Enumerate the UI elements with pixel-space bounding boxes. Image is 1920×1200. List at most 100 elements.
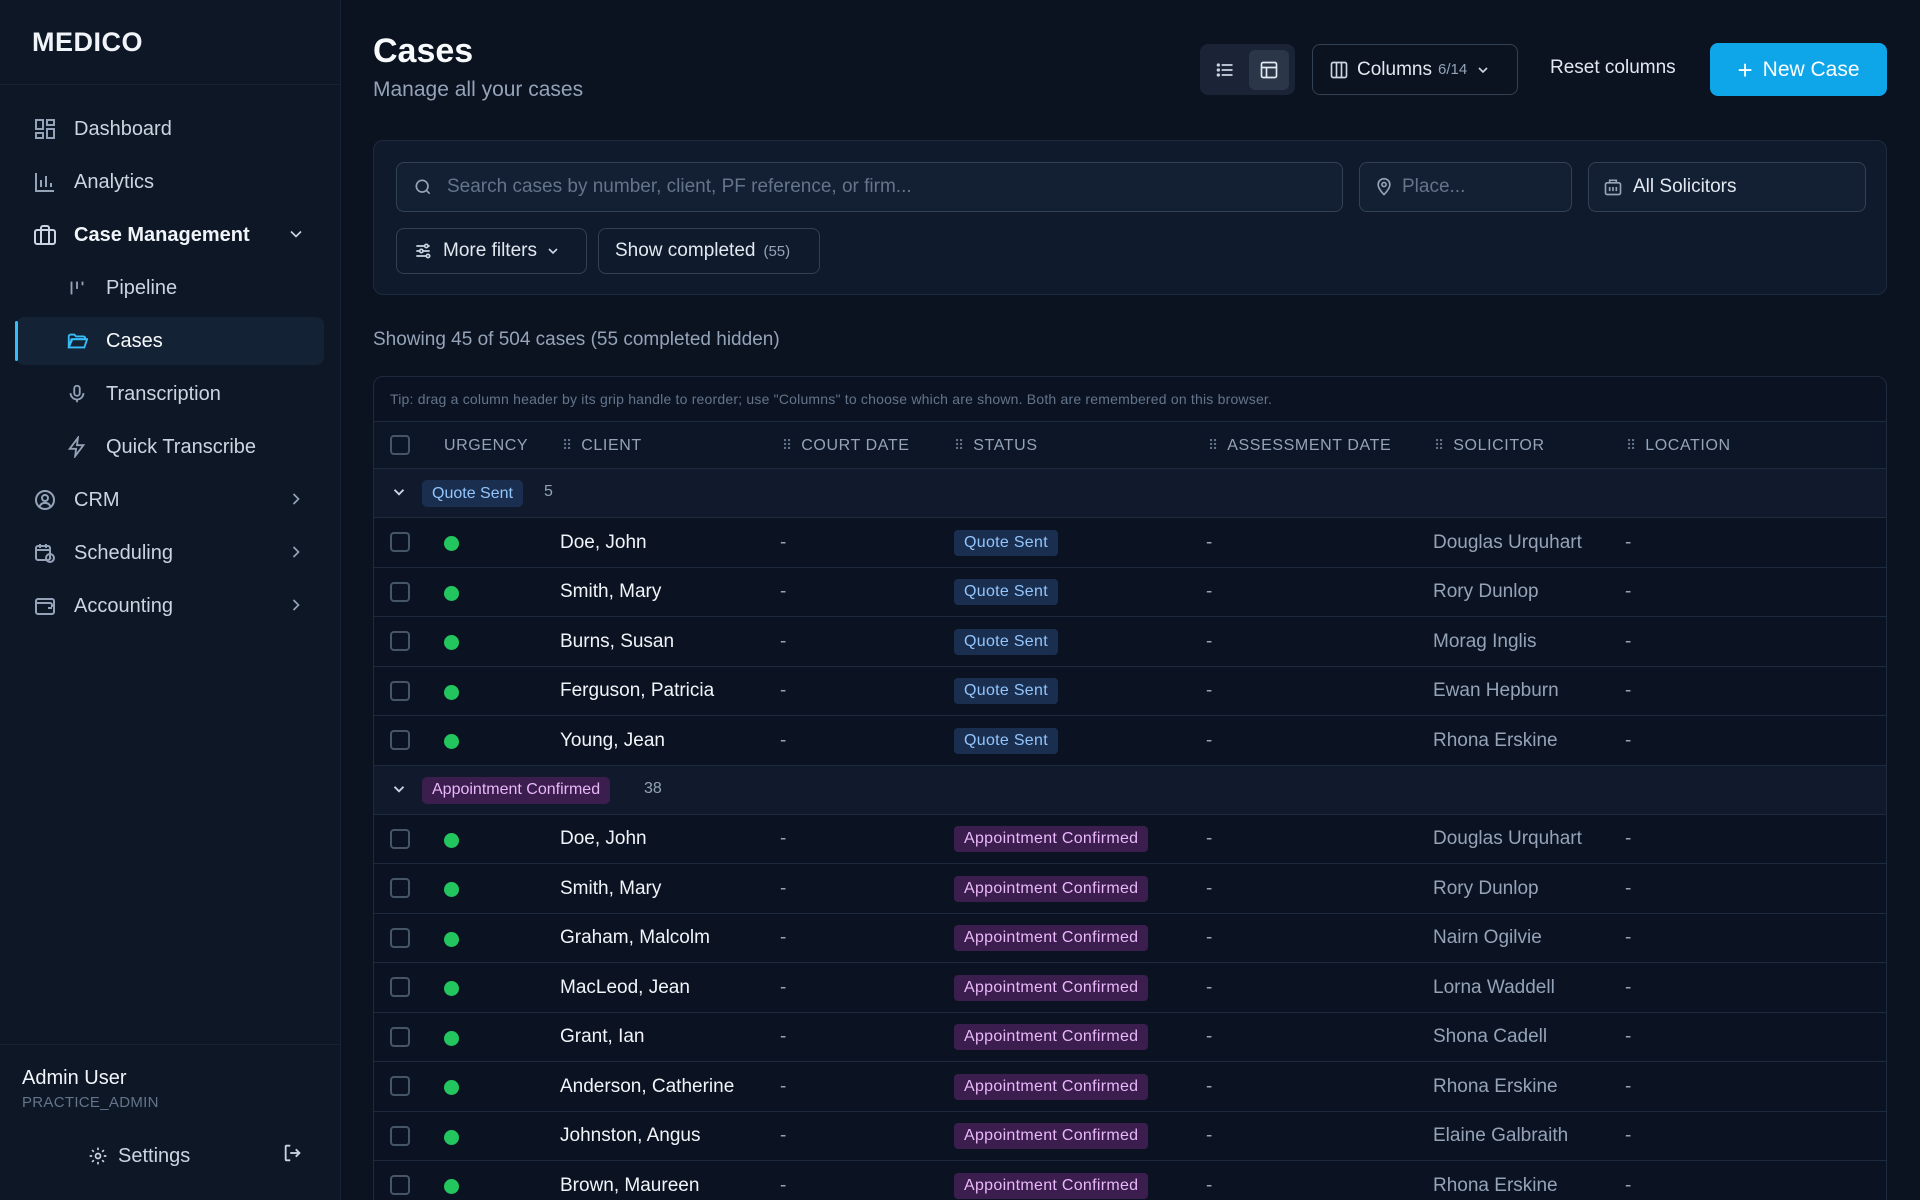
header-assessment-date[interactable]: ⠿ ASSESSMENT DATE	[1208, 422, 1391, 469]
client-cell[interactable]: Smith, Mary	[560, 864, 661, 913]
group-row[interactable]: Quote Sent 5	[374, 469, 1886, 518]
user-circle-icon	[32, 487, 58, 513]
logout-icon	[284, 1144, 301, 1162]
row-checkbox[interactable]	[390, 680, 410, 701]
more-filters-button[interactable]: More filters	[396, 228, 587, 274]
list-view-button[interactable]	[1205, 50, 1245, 90]
show-completed-toggle[interactable]: Show completed (55)	[598, 228, 820, 274]
header-urgency[interactable]: URGENCY	[444, 422, 528, 469]
row-checkbox[interactable]	[390, 1076, 410, 1096]
row-checkbox[interactable]	[390, 1175, 410, 1195]
sidebar-item-dashboard[interactable]: Dashboard	[16, 105, 324, 153]
sidebar-item-label: Pipeline	[106, 276, 178, 299]
client-cell[interactable]: Doe, John	[560, 518, 647, 567]
table-row[interactable]: Smith, Mary - Quote Sent - Rory Dunlop -	[374, 568, 1886, 617]
row-checkbox[interactable]	[390, 730, 410, 750]
table-row[interactable]: Doe, John - Quote Sent - Douglas Urquhart -	[374, 518, 1886, 568]
table-row[interactable]: Smith, Mary - Appointment Confirmed - Rory D…	[374, 864, 1886, 914]
sidebar-footer: Admin User PRACTICE_ADMIN Settings	[0, 1044, 341, 1200]
row-checkbox[interactable]	[390, 828, 410, 849]
solicitor-cell: Rhona Erskine	[1433, 1174, 1558, 1196]
plus-icon: +	[1737, 54, 1753, 85]
table-row[interactable]: MacLeod, Jean - Appointment Confirmed - Lorn…	[374, 963, 1886, 1013]
row-checkbox[interactable]	[390, 878, 410, 898]
row-checkbox[interactable]	[390, 581, 410, 602]
header-status[interactable]: ⠿ STATUS	[954, 422, 1038, 469]
grip-icon[interactable]: ⠿	[782, 437, 792, 454]
settings-button[interactable]: Settings	[88, 1145, 190, 1168]
brand-logo[interactable]: MEDICO	[0, 0, 340, 85]
client-cell[interactable]: MacLeod, Jean	[560, 963, 690, 1012]
client-cell[interactable]: Burns, Susan	[560, 617, 674, 666]
row-checkbox[interactable]	[390, 1026, 410, 1047]
client-cell[interactable]: Young, Jean	[560, 716, 665, 765]
status-cell: Quote Sent	[954, 568, 1058, 617]
row-checkbox[interactable]	[390, 532, 410, 552]
table-row[interactable]: Young, Jean - Quote Sent - Rhona Erskine -	[374, 716, 1886, 766]
status-badge: Appointment Confirmed	[954, 875, 1149, 902]
row-checkbox[interactable]	[390, 977, 410, 997]
sidebar-item-label: Analytics	[74, 170, 155, 193]
grip-icon[interactable]: ⠿	[1208, 437, 1218, 454]
chevron-right-icon	[286, 489, 306, 515]
table-row[interactable]: Johnston, Angus - Appointment Confirmed - El…	[374, 1112, 1886, 1161]
table-row[interactable]: Anderson, Catherine - Appointment Confirme…	[374, 1062, 1886, 1112]
header-court-date[interactable]: ⠿ COURT DATE	[782, 422, 910, 469]
sidebar-item-quick-transcribe[interactable]: Quick Transcribe	[16, 423, 324, 471]
sidebar-item-cases[interactable]: Cases	[15, 317, 324, 365]
client-cell[interactable]: Johnston, Angus	[560, 1112, 701, 1161]
client-cell[interactable]: Ferguson, Patricia	[560, 667, 714, 716]
urgency-dot	[444, 734, 459, 749]
sidebar-item-case-management[interactable]: Case Management	[16, 211, 324, 259]
row-checkbox[interactable]	[390, 927, 410, 948]
sidebar-item-transcription[interactable]: Transcription	[16, 370, 324, 418]
columns-button[interactable]: Columns 6/14	[1312, 44, 1518, 95]
client-cell[interactable]: Doe, John	[560, 815, 647, 864]
chevron-down-icon[interactable]	[390, 780, 408, 804]
row-checkbox[interactable]	[390, 631, 410, 651]
group-row[interactable]: Appointment Confirmed 38	[374, 765, 1886, 815]
table-row[interactable]: Doe, John - Appointment Confirmed - Douglas …	[374, 815, 1886, 864]
header-solicitor[interactable]: ⠿ SOLICITOR	[1434, 422, 1545, 469]
grip-icon[interactable]: ⠿	[1434, 437, 1444, 454]
grip-icon[interactable]: ⠿	[954, 437, 964, 454]
table-row[interactable]: Brown, Maureen - Appointment Confirmed - Rho…	[374, 1161, 1886, 1200]
client-cell[interactable]: Anderson, Catherine	[560, 1062, 734, 1111]
table-row[interactable]: Ferguson, Patricia - Quote Sent - Ewan Hepbu…	[374, 667, 1886, 716]
grip-icon[interactable]: ⠿	[562, 437, 572, 454]
solicitor-select[interactable]: All Solicitors	[1588, 162, 1866, 212]
urgency-dot	[444, 1129, 459, 1145]
client-cell[interactable]: Grant, Ian	[560, 1013, 645, 1062]
location-cell: -	[1625, 877, 1632, 899]
select-all-checkbox[interactable]	[390, 435, 410, 455]
status-cell: Appointment Confirmed	[954, 1062, 1149, 1111]
table-row[interactable]: Grant, Ian - Appointment Confirmed - Shona C…	[374, 1013, 1886, 1062]
status-badge: Quote Sent	[954, 529, 1058, 556]
sidebar-item-pipeline[interactable]: Pipeline	[16, 264, 324, 312]
location-cell: -	[1625, 1026, 1632, 1047]
place-input[interactable]: Place...	[1359, 162, 1572, 212]
row-checkbox[interactable]	[390, 1125, 410, 1146]
page-title: Cases	[373, 32, 474, 70]
table-row[interactable]: Burns, Susan - Quote Sent - Morag Inglis -	[374, 617, 1886, 667]
chevron-down-icon[interactable]	[390, 483, 408, 507]
logout-button[interactable]	[282, 1142, 304, 1170]
search-input[interactable]: Search cases by number, client, PF refer…	[396, 162, 1343, 212]
sidebar-item-accounting[interactable]: Accounting	[16, 582, 324, 630]
client-cell[interactable]: Brown, Maureen	[560, 1161, 699, 1200]
reset-columns-button[interactable]: Reset columns	[1550, 57, 1676, 79]
table-row[interactable]: Graham, Malcolm - Appointment Confirmed - Na…	[374, 914, 1886, 963]
grip-icon[interactable]: ⠿	[1626, 437, 1636, 454]
header-location[interactable]: ⠿ LOCATION	[1626, 422, 1731, 469]
client-cell[interactable]: Smith, Mary	[560, 568, 661, 617]
sidebar-item-scheduling[interactable]: Scheduling	[16, 529, 324, 577]
assessment-date-cell: -	[1206, 1174, 1213, 1196]
sidebar-item-analytics[interactable]: Analytics	[16, 158, 324, 206]
chevron-down-icon	[1478, 66, 1488, 73]
new-case-button[interactable]: + New Case	[1710, 43, 1887, 96]
sidebar-item-crm[interactable]: CRM	[16, 476, 324, 524]
table-view-button[interactable]	[1249, 49, 1289, 90]
header-client[interactable]: ⠿ CLIENT	[562, 422, 642, 469]
header-label: ASSESSMENT DATE	[1227, 436, 1392, 454]
client-cell[interactable]: Graham, Malcolm	[560, 914, 710, 963]
